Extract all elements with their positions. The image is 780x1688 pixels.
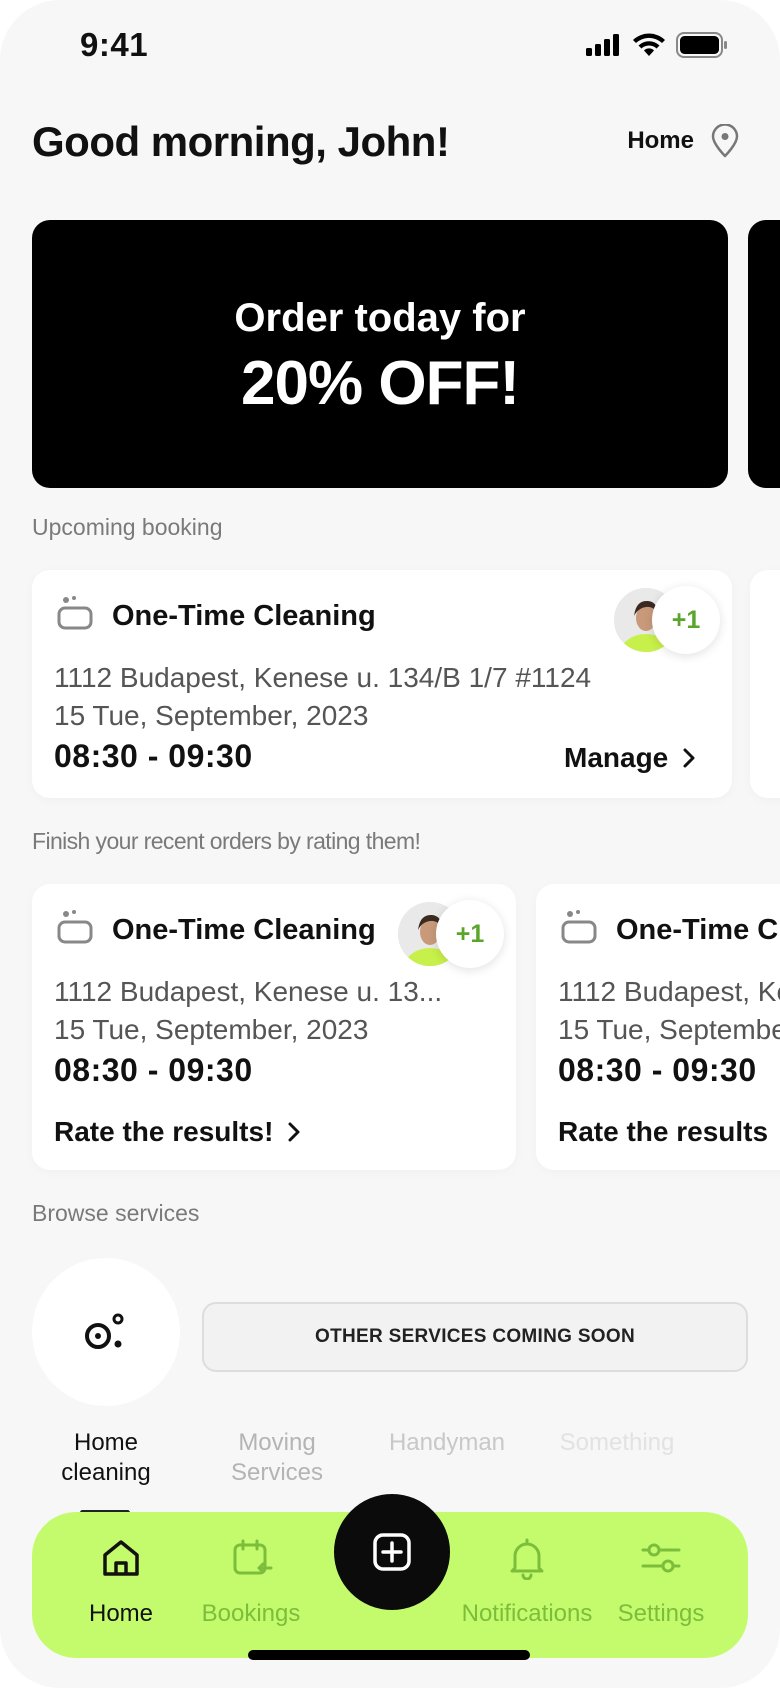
map-pin-icon (711, 124, 739, 158)
order-address: 1112 Budapest, Kenese u. 13... (54, 976, 443, 1007)
order-date: 15 Tue, September, 2023 (54, 1014, 369, 1045)
bell-icon (510, 1538, 544, 1580)
service-label-line1: Something (559, 1429, 675, 1456)
promo-banner[interactable]: Order today for 20% OFF! (32, 220, 728, 488)
rate-results-label: Rate the results (558, 1116, 769, 1147)
extra-staff-badge: +1 (652, 586, 720, 654)
cleaning-bucket-icon (57, 910, 93, 944)
chevron-right-icon (683, 748, 695, 768)
service-label-home-cleaning[interactable]: Home cleaning (31, 1428, 181, 1488)
status-time: 9:41 (80, 26, 149, 63)
promo-headline: Order today for (234, 296, 526, 340)
booking-date: 15 Tue, September, 2023 (54, 700, 369, 731)
service-label-line1: Moving (238, 1429, 316, 1456)
rate-results-button[interactable]: Rate the results (558, 1116, 768, 1148)
upcoming-section-title: Upcoming booking (32, 514, 223, 540)
promo-banner-next[interactable] (748, 220, 780, 488)
sliders-icon (641, 1543, 681, 1573)
location-label: Home (627, 127, 694, 154)
browse-section-title: Browse services (32, 1200, 200, 1226)
nav-tab-home[interactable]: Home (46, 1512, 196, 1658)
recent-section-title: Finish your recent orders by rating them… (32, 828, 421, 854)
upcoming-booking-card-next[interactable] (750, 570, 780, 798)
service-label-line2: Services (230, 1459, 324, 1486)
extra-staff-badge: +1 (436, 900, 504, 968)
service-label-line1: Handyman (388, 1429, 506, 1456)
recent-order-card-next[interactable]: One-Time Cl 1112 Budapest, Ke 15 Tue, Se… (536, 884, 780, 1170)
nav-label-bookings: Bookings (201, 1600, 301, 1627)
upcoming-booking-card[interactable]: One-Time Cleaning +1 1112 Budapest, Kene… (32, 570, 732, 798)
manage-button[interactable]: Manage (564, 742, 696, 774)
recent-order-card[interactable]: One-Time Cleaning +1 1112 Budapest, Kene… (32, 884, 516, 1170)
booking-time: 08:30 - 09:30 (54, 738, 253, 774)
promo-discount: 20% OFF! (241, 349, 520, 418)
cleaning-bucket-icon (57, 596, 93, 630)
nav-tab-settings[interactable]: Settings (586, 1512, 736, 1658)
home-indicator (248, 1650, 530, 1660)
battery-icon (676, 32, 727, 58)
order-date: 15 Tue, Septembe (558, 1014, 780, 1045)
nav-label-home: Home (88, 1600, 154, 1627)
order-title: One-Time Cl (616, 914, 780, 946)
chevron-right-icon (288, 1122, 300, 1142)
service-label-line1: Home (73, 1429, 139, 1456)
nav-label-notifications: Notifications (461, 1600, 593, 1627)
house-icon (103, 1540, 139, 1576)
calendar-icon (233, 1539, 273, 1575)
signal-icon (586, 34, 619, 56)
service-label-moving: Moving Services (202, 1428, 352, 1488)
manage-label: Manage (564, 742, 669, 773)
add-booking-button[interactable] (334, 1494, 450, 1610)
nav-tab-notifications[interactable]: Notifications (452, 1512, 602, 1658)
booking-address: 1112 Budapest, Kenese u. 134/B 1/7 #1124 (54, 662, 592, 693)
status-icons (586, 32, 728, 58)
cleaning-spray-icon (85, 1313, 124, 1349)
nav-label-settings: Settings (617, 1600, 705, 1627)
service-label-something: Something (542, 1428, 692, 1458)
service-home-cleaning[interactable] (32, 1258, 180, 1406)
service-label-handyman: Handyman (372, 1428, 522, 1458)
nav-tab-bookings[interactable]: Bookings (176, 1512, 326, 1658)
rate-results-button[interactable]: Rate the results! (54, 1116, 301, 1148)
plus-square-icon (373, 1533, 411, 1571)
booking-title: One-Time Cleaning (112, 600, 376, 632)
order-title: One-Time Cleaning (112, 914, 376, 946)
order-time: 08:30 - 09:30 (54, 1052, 253, 1088)
greeting-title: Good morning, John! (32, 118, 450, 165)
service-label-line2: cleaning (61, 1459, 151, 1486)
order-time: 08:30 - 09:30 (558, 1052, 757, 1088)
coming-soon-banner: OTHER SERVICES COMING SOON (202, 1302, 748, 1372)
cleaning-bucket-icon (561, 910, 597, 944)
location-selector[interactable]: Home (627, 124, 740, 158)
order-address: 1112 Budapest, Ke (558, 976, 780, 1007)
app-screen: 9:41 Good morning, John! Home Order toda… (0, 0, 780, 1688)
rate-results-label: Rate the results! (54, 1116, 274, 1147)
wifi-icon (633, 33, 665, 56)
